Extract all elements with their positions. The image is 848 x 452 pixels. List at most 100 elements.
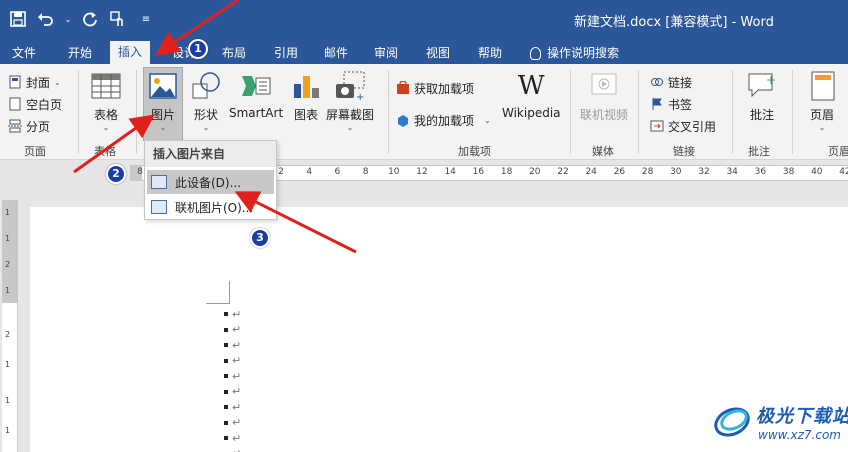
comment-label: 批注 [749,108,774,122]
paragraph-mark-icon: ↵ [232,323,242,336]
wikipedia-label: Wikipedia [502,106,561,120]
horizontal-ruler[interactable]: 8642246810121416182022242628303234363840… [0,160,848,186]
touch-mode-icon[interactable] [108,9,128,29]
ruler-tick: 1 [5,208,11,217]
blank-page-button[interactable]: 空白页 [8,94,62,114]
list-item[interactable]: ↵ [224,416,241,430]
screenshot-button[interactable]: + 屏幕截图 ⌄ [326,70,374,132]
undo-icon[interactable] [36,9,56,29]
ruler-tick: 1 [5,360,11,369]
tab-insert[interactable]: 插入 [110,41,151,64]
smartart-label: SmartArt [229,106,284,120]
online-video-icon [588,70,620,102]
list-item[interactable]: ↵ [224,447,241,452]
get-addins-button[interactable]: 获取加载项 [396,78,474,98]
addins-icon [396,113,410,127]
this-device-label: 此设备(D)... [175,175,242,190]
this-device-menu-item[interactable]: 此设备(D)... [147,170,274,194]
wikipedia-button[interactable]: W Wikipedia [502,70,561,120]
header-button[interactable]: 页眉 ⌄ [806,70,838,132]
paragraph-mark-icon: ↵ [232,354,242,367]
vertical-ruler[interactable]: 1 1 2 1 2 1 1 1 [2,200,18,452]
page-break-button[interactable]: 分页 [8,116,50,136]
chart-label: 图表 [293,108,318,122]
link-button[interactable]: 链接 [650,72,692,92]
dropdown-header: 插入图片来自 [145,141,276,167]
tab-home[interactable]: 开始 [60,42,100,64]
ruler-tick: 2 [5,260,11,269]
group-separator [638,70,639,154]
my-addins-button[interactable]: 我的加载项 ⌄ [396,110,491,130]
tell-me-search[interactable]: 操作说明搜索 [522,42,627,64]
tab-review[interactable]: 审阅 [366,42,406,64]
ruler-tick-label: 22 [557,167,569,177]
list-item[interactable]: ↵ [224,385,241,399]
group-label-header: 页眉 [828,145,848,158]
bullet-icon [224,374,228,378]
cover-page-button[interactable]: 封面 ⌄ [8,72,61,92]
picture-icon [147,70,179,102]
cross-reference-button[interactable]: 交叉引用 [650,116,716,136]
bullet-icon [224,327,228,332]
online-video-button[interactable]: 联机视频 [580,70,628,123]
store-icon [396,80,410,95]
bullet-icon [224,343,228,347]
watermark-logo-icon [714,407,750,437]
paragraph-mark-icon: ↵ [232,431,242,445]
chevron-down-icon: ⌄ [346,123,354,132]
ruler-tick-label: 4 [306,167,313,177]
new-comment-button[interactable]: + 批注 [746,70,778,123]
insert-picture-dropdown: 插入图片来自 此设备(D)... 联机图片(O)... [144,140,277,220]
online-pictures-menu-item[interactable]: 联机图片(O)... [147,195,274,219]
list-item[interactable]: ↵ [224,400,241,414]
ruler-tick-label: 2 [278,167,284,177]
picture-button[interactable]: 图片 ⌄ [147,70,179,132]
bullet-icon [224,420,228,425]
link-icon [650,75,664,89]
redo-icon[interactable] [80,9,100,29]
list-item[interactable]: ↵ [224,338,241,352]
chevron-down-icon: ⌄ [54,77,61,87]
chart-button[interactable]: 图表 [290,70,322,123]
ruler-tick-label: 30 [670,167,682,177]
save-icon[interactable] [8,9,28,29]
list-item[interactable]: ↵ [224,431,241,445]
screenshot-icon: + [334,70,366,103]
paragraph-mark-icon: ↵ [232,385,242,398]
list-item[interactable]: ↵ [224,354,241,368]
customize-qat-icon[interactable]: ≡ [136,9,156,29]
smartart-button[interactable]: SmartArt [229,70,283,120]
dropdown-caret-icon[interactable]: ⌄ [64,9,72,29]
tab-layout[interactable]: 布局 [214,42,254,64]
tab-references[interactable]: 引用 [266,42,306,64]
margin-corner-mark [206,303,230,304]
bookmark-button[interactable]: 书签 [650,94,692,114]
list-item[interactable]: ↵ [224,307,241,321]
cover-page-label: 封面 [26,75,51,90]
paragraph-mark-icon: ↵ [232,369,242,383]
tab-file[interactable]: 文件 [4,42,44,64]
header-label: 页眉 [809,108,834,122]
tab-help[interactable]: 帮助 [470,42,510,64]
table-button[interactable]: 表格 ⌄ [90,70,122,132]
ruler-tick-label: 20 [529,167,541,177]
ruler-tick-label: 38 [782,167,795,177]
list-item[interactable]: ↵ [224,323,241,337]
group-label-comments: 批注 [748,145,770,158]
tab-mailings[interactable]: 邮件 [316,42,356,64]
screenshot-label: 屏幕截图 [326,108,375,122]
group-label-tables: 表格 [94,145,116,158]
tab-view[interactable]: 视图 [418,42,458,64]
group-label-media: 媒体 [592,145,614,158]
paragraph-mark-icon: ↵ [232,447,241,452]
shapes-icon [190,70,222,102]
group-label-links: 链接 [673,145,695,158]
step-badge-2: 2 [106,164,126,184]
ruler-tick-label: 40 [811,167,823,177]
list-item[interactable]: ↵ [224,369,241,383]
ruler-tick-label: 16 [472,167,485,177]
shapes-button[interactable]: 形状 ⌄ [190,70,222,132]
ruler-tick-label: 18 [500,167,513,177]
quick-access-toolbar: ⌄ ≡ [8,9,156,29]
group-separator [792,70,793,154]
